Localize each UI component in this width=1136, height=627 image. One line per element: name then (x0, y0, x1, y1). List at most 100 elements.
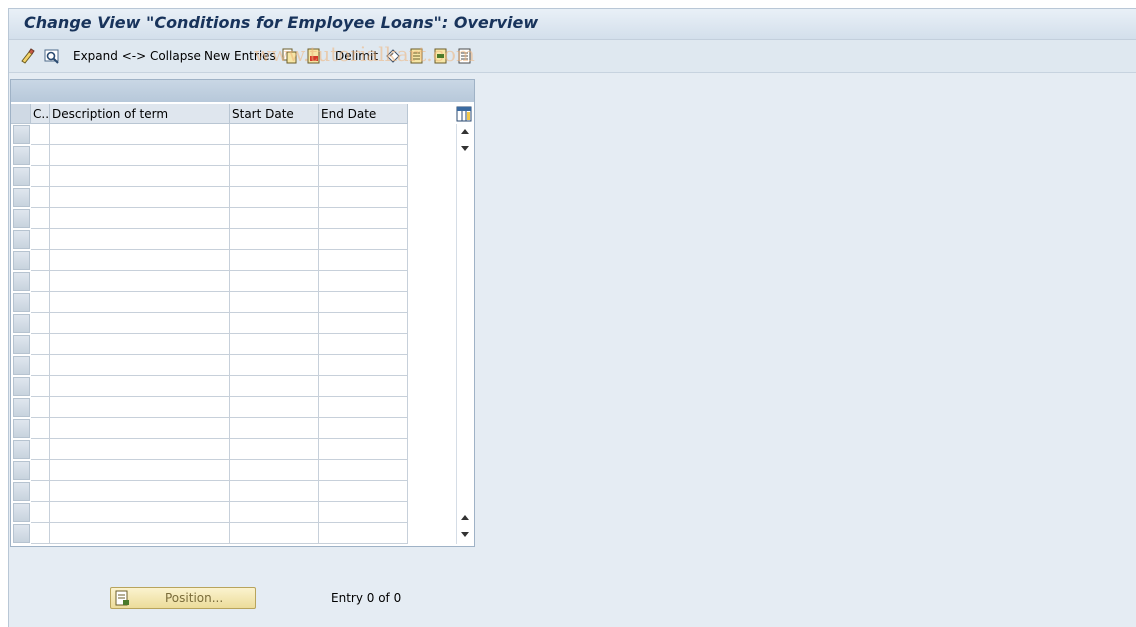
row-selector[interactable] (13, 293, 30, 312)
table-cell[interactable] (31, 376, 50, 397)
table-cell[interactable] (31, 439, 50, 460)
table-cell[interactable] (230, 418, 319, 439)
table-cell[interactable] (230, 460, 319, 481)
table-cell[interactable] (319, 418, 408, 439)
table-cell[interactable] (319, 187, 408, 208)
row-selector[interactable] (13, 482, 30, 501)
other-object-icon[interactable] (44, 48, 60, 64)
table-cell[interactable] (319, 334, 408, 355)
table-cell[interactable] (230, 355, 319, 376)
scroll-page-up-icon[interactable] (461, 515, 469, 520)
row-selector[interactable] (13, 440, 30, 459)
table-cell[interactable] (230, 334, 319, 355)
table-cell[interactable] (50, 460, 230, 481)
table-cell[interactable] (319, 397, 408, 418)
row-selector[interactable] (13, 461, 30, 480)
position-button[interactable]: Position... (110, 587, 256, 609)
column-header-start-date[interactable]: Start Date (230, 104, 319, 124)
table-cell[interactable] (230, 229, 319, 250)
row-selector[interactable] (13, 356, 30, 375)
table-cell[interactable] (230, 187, 319, 208)
select-all-rows-cell[interactable] (11, 104, 31, 124)
table-cell[interactable] (50, 418, 230, 439)
table-cell[interactable] (31, 145, 50, 166)
vertical-scrollbar[interactable] (456, 124, 473, 544)
table-cell[interactable] (50, 439, 230, 460)
row-selector[interactable] (13, 188, 30, 207)
row-selector[interactable] (13, 251, 30, 270)
row-selector[interactable] (13, 230, 30, 249)
table-cell[interactable] (319, 208, 408, 229)
delete-icon[interactable] (306, 48, 322, 64)
table-cell[interactable] (50, 271, 230, 292)
table-cell[interactable] (31, 313, 50, 334)
table-cell[interactable] (31, 397, 50, 418)
scroll-up-icon[interactable] (461, 129, 469, 134)
table-cell[interactable] (50, 376, 230, 397)
table-cell[interactable] (319, 481, 408, 502)
copy-as-icon[interactable] (282, 48, 298, 64)
row-selector[interactable] (13, 314, 30, 333)
table-cell[interactable] (50, 292, 230, 313)
table-cell[interactable] (319, 502, 408, 523)
row-selector[interactable] (13, 503, 30, 522)
table-cell[interactable] (230, 124, 319, 145)
table-cell[interactable] (319, 250, 408, 271)
table-cell[interactable] (50, 523, 230, 544)
table-cell[interactable] (230, 292, 319, 313)
table-cell[interactable] (31, 229, 50, 250)
deselect-all-icon[interactable] (457, 48, 473, 64)
table-cell[interactable] (319, 166, 408, 187)
table-cell[interactable] (319, 460, 408, 481)
table-cell[interactable] (319, 523, 408, 544)
delimit-button[interactable]: Delimit (335, 48, 378, 64)
table-cell[interactable] (230, 502, 319, 523)
table-cell[interactable] (50, 187, 230, 208)
table-cell[interactable] (31, 208, 50, 229)
scroll-down-icon[interactable] (461, 532, 469, 537)
table-cell[interactable] (319, 313, 408, 334)
row-selector[interactable] (13, 146, 30, 165)
column-header-description[interactable]: Description of term (50, 104, 230, 124)
scroll-page-down-icon[interactable] (461, 146, 469, 151)
table-cell[interactable] (31, 334, 50, 355)
table-cell[interactable] (50, 502, 230, 523)
table-cell[interactable] (230, 523, 319, 544)
table-cell[interactable] (50, 397, 230, 418)
table-cell[interactable] (31, 166, 50, 187)
table-cell[interactable] (230, 313, 319, 334)
table-cell[interactable] (319, 439, 408, 460)
table-cell[interactable] (230, 166, 319, 187)
table-cell[interactable] (50, 355, 230, 376)
table-cell[interactable] (230, 376, 319, 397)
table-cell[interactable] (31, 418, 50, 439)
table-cell[interactable] (319, 124, 408, 145)
table-cell[interactable] (50, 481, 230, 502)
row-selector[interactable] (13, 335, 30, 354)
table-cell[interactable] (31, 187, 50, 208)
row-selector[interactable] (13, 125, 30, 144)
table-cell[interactable] (31, 250, 50, 271)
column-header-end-date[interactable]: End Date (319, 104, 408, 124)
table-cell[interactable] (50, 250, 230, 271)
table-cell[interactable] (50, 313, 230, 334)
row-selector[interactable] (13, 524, 30, 543)
table-cell[interactable] (230, 250, 319, 271)
table-cell[interactable] (230, 145, 319, 166)
table-cell[interactable] (31, 124, 50, 145)
select-all-icon[interactable] (409, 48, 425, 64)
select-block-icon[interactable] (433, 48, 449, 64)
table-cell[interactable] (230, 439, 319, 460)
table-cell[interactable] (319, 355, 408, 376)
table-cell[interactable] (319, 145, 408, 166)
table-cell[interactable] (50, 334, 230, 355)
row-selector[interactable] (13, 167, 30, 186)
table-cell[interactable] (319, 376, 408, 397)
table-cell[interactable] (230, 397, 319, 418)
table-cell[interactable] (50, 166, 230, 187)
table-cell[interactable] (31, 292, 50, 313)
table-cell[interactable] (31, 502, 50, 523)
table-cell[interactable] (230, 271, 319, 292)
table-cell[interactable] (230, 481, 319, 502)
row-selector[interactable] (13, 272, 30, 291)
